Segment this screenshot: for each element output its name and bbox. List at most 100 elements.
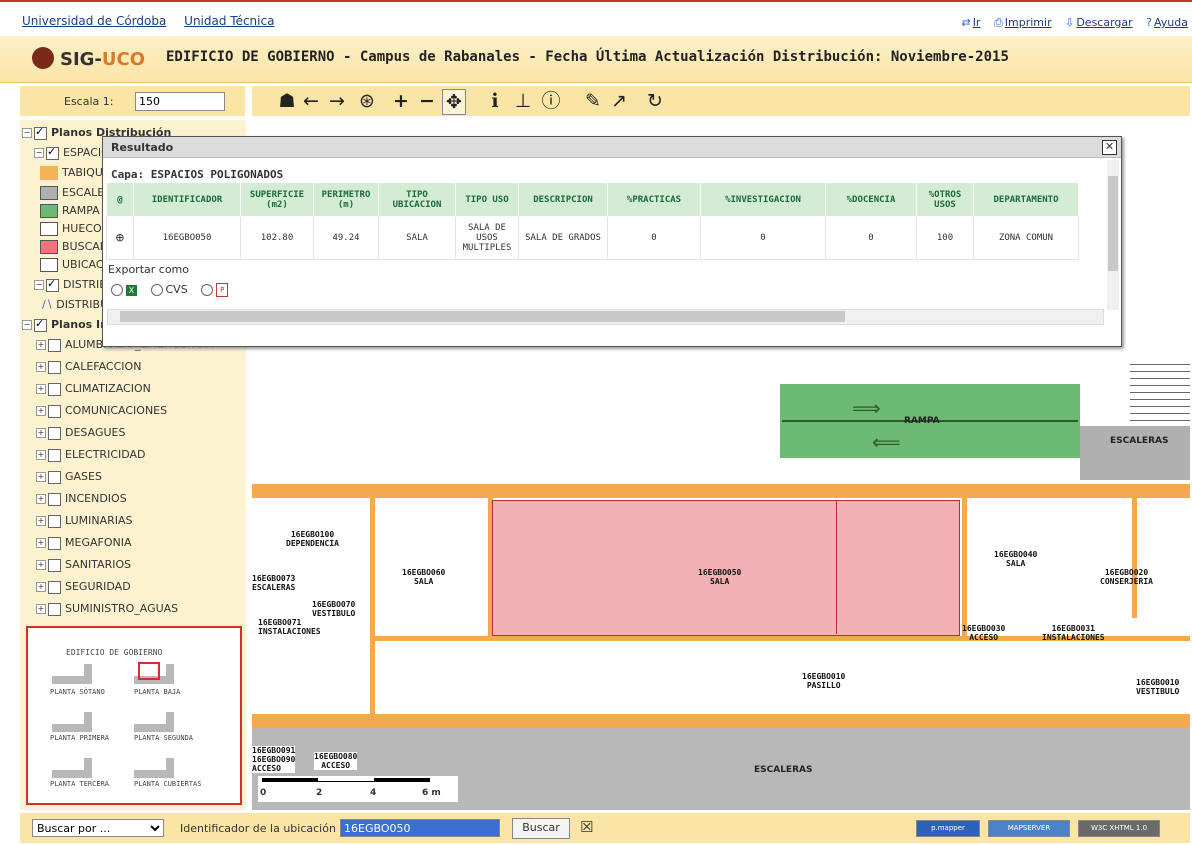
expand-icon[interactable]: + [36,428,46,438]
forward-icon[interactable]: → [326,89,348,113]
scale-input[interactable] [135,92,225,111]
info-icon[interactable]: i [484,89,506,113]
expand-icon[interactable]: + [36,450,46,460]
layer-checkbox[interactable] [34,317,47,332]
clear-icon[interactable]: ☒ [580,818,593,836]
table-cell[interactable]: ⊕ [106,216,134,260]
floor-label[interactable]: PLANTA SEGUNDA [134,734,193,742]
scrollbar-thumb[interactable] [120,311,845,322]
collapse-icon[interactable]: − [22,320,32,330]
layer-electricidad[interactable]: + ELECTRICIDAD [36,448,146,468]
back-icon[interactable]: ← [300,89,322,113]
expand-icon[interactable]: + [36,516,46,526]
layer-checkbox[interactable] [46,277,59,292]
layer-checkbox[interactable] [34,125,47,140]
identify-icon[interactable]: ⓘ [540,89,562,113]
result-popup[interactable]: Resultado ✕ Capa: ESPACIOS POLIGONADOS @… [102,136,1122,347]
university-link[interactable]: Universidad de Córdoba [22,14,166,28]
layer-checkbox[interactable] [48,404,61,418]
expand-icon[interactable]: + [36,472,46,482]
zoom-out-icon[interactable]: − [416,89,438,113]
floor-label[interactable]: PLANTA PRIMERA [50,734,109,742]
print-link[interactable]: Imprimir [1005,16,1052,29]
layer-desagues[interactable]: + DESAGUES [36,426,125,446]
export-excel-radio[interactable] [111,284,123,296]
layer-checkbox[interactable] [48,558,61,572]
floor-label[interactable]: PLANTA CUBIERTAS [134,780,201,788]
mapserver-badge[interactable]: MAPSERVER [988,820,1070,837]
w3c-badge[interactable]: W3C XHTML 1.0 [1078,820,1160,837]
go-link[interactable]: Ir [973,16,981,29]
layer-checkbox[interactable] [48,470,61,484]
expand-icon[interactable]: + [36,538,46,548]
floor-label[interactable]: PLANTA BAJA [134,688,180,696]
layer-checkbox[interactable] [48,492,61,506]
horizontal-scrollbar[interactable] [107,309,1104,325]
layer-megafonia[interactable]: + MEGAFONIA [36,536,131,556]
expand-icon[interactable]: + [36,406,46,416]
expand-icon[interactable]: + [36,494,46,504]
layer-seguridad[interactable]: + SEGURIDAD [36,580,131,600]
measure-icon[interactable]: ✎ [582,89,604,113]
layer-climatizacion[interactable]: + CLIMATIZACION [36,382,151,402]
layer-checkbox[interactable] [46,145,59,160]
collapse-icon[interactable]: − [22,128,32,138]
floor-thumb-sotano[interactable] [52,664,92,684]
layer-incendios[interactable]: + INCENDIOS [36,492,127,512]
expand-icon[interactable]: + [36,340,46,350]
export-csv-radio[interactable] [150,284,163,296]
floor-thumb-tercera[interactable] [52,758,92,778]
layer-checkbox[interactable] [48,602,61,616]
pan-icon[interactable]: ✥ [442,89,466,115]
expand-icon[interactable]: + [36,384,46,394]
help-link[interactable]: Ayuda [1154,16,1188,29]
layer-checkbox[interactable] [48,338,61,352]
floor-thumb-primera[interactable] [52,712,92,732]
layer-suministro-aguas[interactable]: + SUMINISTRO_AGUAS [36,602,178,622]
pmapper-badge[interactable]: p.mapper [916,820,980,837]
search-type-select[interactable]: Buscar por ... [32,819,164,837]
layer-checkbox[interactable] [48,536,61,550]
layer-checkbox[interactable] [48,580,61,594]
expand-icon[interactable]: + [36,362,46,372]
layer-checkbox[interactable] [48,382,61,396]
zoom-extent-icon[interactable]: ⊛ [356,89,378,113]
go-icon: ⇄ [961,16,971,29]
table-cell: SALA [378,216,456,260]
search-button[interactable]: Buscar [512,818,570,839]
layer-gases[interactable]: + GASES [36,470,102,490]
layer-checkbox[interactable] [48,426,61,440]
vertical-scrollbar[interactable] [1107,160,1119,310]
collapse-icon[interactable]: − [34,148,44,158]
floor-overview-map[interactable]: EDIFICIO DE GOBIERNO PLANTA SÓTANO PLANT… [26,626,242,805]
close-icon[interactable]: ✕ [1102,140,1117,155]
download-link[interactable]: Descargar [1076,16,1132,29]
layer-checkbox[interactable] [48,448,61,462]
expand-icon[interactable]: + [36,604,46,614]
export-pdf-radio[interactable] [201,284,214,296]
technical-unit-link[interactable]: Unidad Técnica [184,14,274,28]
query-icon[interactable]: ⊥ [512,89,534,113]
collapse-icon[interactable]: − [34,280,44,290]
zoom-in-icon[interactable]: + [390,89,412,113]
expand-icon[interactable]: + [36,582,46,592]
select-icon[interactable]: ↗ [608,89,630,113]
room-label: 16EGBO070 VESTIBULO [312,600,356,618]
floor-thumb-segunda[interactable] [134,712,174,732]
layer-calefaccion[interactable]: + CALEFACCION [36,360,141,380]
layer-sanitarios[interactable]: + SANITARIOS [36,558,131,578]
location-id-input[interactable] [340,819,500,837]
room-label: 16EGBO010 PASILLO [802,672,846,690]
layer-checkbox[interactable] [48,514,61,528]
zoom-to-icon[interactable]: ⊕ [116,230,124,246]
floor-label[interactable]: PLANTA TERCERA [50,780,109,788]
scrollbar-thumb[interactable] [1108,176,1118,271]
floor-label[interactable]: PLANTA SÓTANO [50,688,105,696]
floor-thumb-cubiertas[interactable] [134,758,174,778]
layer-checkbox[interactable] [48,360,61,374]
home-icon[interactable]: ☗ [276,89,298,113]
layer-luminarias[interactable]: + LUMINARIAS [36,514,133,534]
refresh-icon[interactable]: ↻ [644,89,666,113]
expand-icon[interactable]: + [36,560,46,570]
layer-comunicaciones[interactable]: + COMUNICACIONES [36,404,167,424]
